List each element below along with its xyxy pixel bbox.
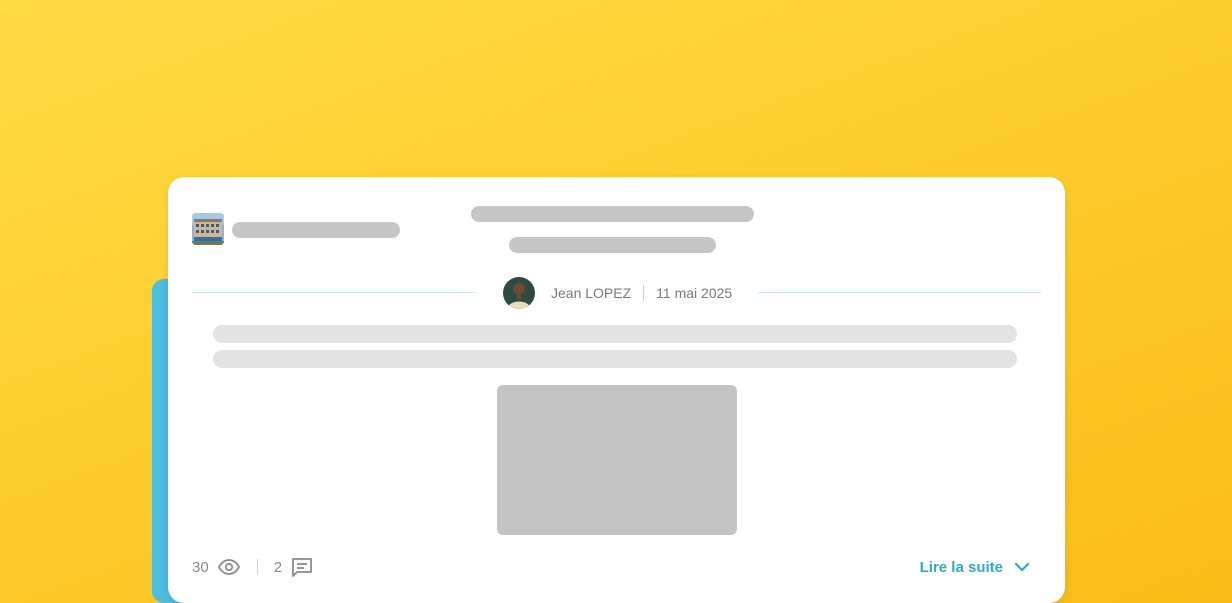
author-date-separator	[643, 285, 645, 301]
read-more-label: Lire la suite	[919, 558, 1003, 576]
post-image-placeholder	[497, 385, 737, 535]
eye-icon	[217, 555, 241, 579]
post-title-skeleton-line-2	[509, 237, 716, 253]
post-stats: 30 2	[192, 555, 314, 579]
avatar[interactable]	[503, 277, 535, 309]
stats-separator	[256, 559, 258, 575]
author-divider-right	[758, 292, 1041, 293]
body-skeleton-line-1	[213, 325, 1017, 343]
views-count: 30	[192, 558, 209, 576]
body-skeleton-line-2	[213, 350, 1017, 368]
group-name-skeleton	[232, 222, 400, 238]
author-name[interactable]: Jean LOPEZ	[551, 285, 631, 301]
post-card: Jean LOPEZ 11 mai 2025 30 2 Lire la suit…	[168, 177, 1065, 603]
comment-icon[interactable]	[290, 555, 314, 579]
comments-count: 2	[273, 558, 283, 576]
post-date: 11 mai 2025	[656, 285, 733, 301]
chevron-down-icon	[1013, 558, 1031, 576]
author-row: Jean LOPEZ 11 mai 2025	[503, 277, 732, 309]
read-more-button[interactable]: Lire la suite	[920, 555, 1031, 579]
author-divider-left	[192, 292, 475, 293]
group-thumbnail[interactable]	[192, 213, 224, 245]
post-title-skeleton-line-1	[471, 206, 754, 222]
